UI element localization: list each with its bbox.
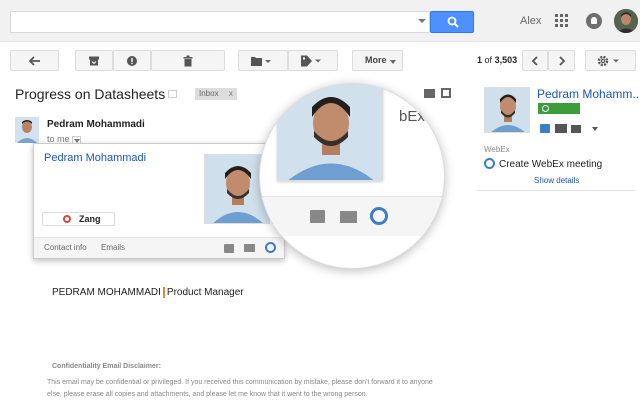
sidebar-email-icon[interactable]: [571, 125, 581, 133]
magnified-partial-text: bEx: [399, 108, 425, 125]
chevron-right-icon: [558, 55, 565, 66]
disclaimer-title: Confidentiality Email Disclaimer:: [52, 363, 161, 370]
magnified-chat-icon: [310, 210, 325, 223]
search-icon: [447, 16, 459, 28]
signature-divider: [162, 287, 165, 298]
user-name[interactable]: Alex: [520, 15, 541, 27]
older-button[interactable]: [548, 50, 575, 71]
notifications-bell-icon[interactable]: [586, 13, 602, 29]
contact-info-link[interactable]: Contact info: [44, 243, 87, 252]
back-arrow-icon: [28, 55, 40, 66]
magnified-webex-icon: [370, 207, 388, 225]
folder-icon: [251, 56, 271, 66]
chevron-left-icon: [531, 55, 538, 66]
sidebar-more-caret-icon[interactable]: [592, 127, 598, 131]
search-box[interactable]: [10, 11, 430, 33]
create-webex-meeting-link[interactable]: Create WebEx meeting: [499, 159, 602, 170]
magnified-contact-photo: [277, 84, 383, 181]
search-options-dropdown-icon[interactable]: [418, 19, 426, 23]
presence-status-badge: [538, 103, 580, 114]
search-button[interactable]: [430, 11, 474, 33]
sidebar-divider: [477, 190, 635, 191]
zang-call-button[interactable]: Zang: [42, 212, 115, 226]
new-window-icon[interactable]: [441, 88, 451, 98]
message-count-total: 3,503: [494, 55, 518, 65]
top-header: Alex: [0, 0, 640, 42]
sidebar-action-icons: [540, 123, 600, 135]
archive-button[interactable]: [75, 50, 113, 71]
more-caret-icon: [390, 60, 396, 64]
tag-icon: [301, 55, 321, 66]
zang-label: Zang: [79, 214, 101, 224]
trash-icon: [183, 55, 193, 66]
chat-icon[interactable]: [224, 244, 234, 253]
settings-button[interactable]: [585, 50, 636, 71]
sidebar-video-icon[interactable]: [555, 124, 567, 133]
importance-marker-icon[interactable]: [168, 90, 177, 98]
gmail-window: Alex More 1 of 3,503 Progress on Datashe…: [0, 0, 640, 400]
webex-icon[interactable]: [265, 242, 276, 253]
signature-name: PEDRAM MOHAMMADI: [52, 287, 161, 299]
inbox-label-text: Inbox: [199, 89, 219, 98]
hovercard-contact-name[interactable]: Pedram Mohammadi: [44, 152, 146, 164]
more-button[interactable]: More: [352, 50, 403, 71]
back-button[interactable]: [10, 50, 59, 71]
webex-section-title: WebEx: [484, 145, 510, 154]
contact-hovercard: Pedram Mohammadi Zang Contact info Email…: [33, 143, 285, 259]
more-button-label: More: [365, 55, 387, 65]
archive-icon: [89, 56, 99, 65]
disclaimer-text: This email may be confidential or privil…: [47, 379, 433, 398]
message-count: 1 of 3,503: [477, 55, 517, 65]
magnified-field-edge: [436, 114, 444, 134]
apps-grid-icon[interactable]: [555, 14, 569, 28]
labels-button[interactable]: [288, 50, 338, 71]
move-to-button[interactable]: [238, 50, 288, 71]
message-count-of: of: [484, 55, 493, 65]
show-details-link[interactable]: Show details: [534, 176, 579, 185]
print-icon[interactable]: [424, 89, 435, 98]
sidebar-contact-photo: [484, 87, 530, 133]
gear-icon: [597, 55, 619, 66]
report-spam-icon: [127, 55, 137, 66]
magnified-email-icon: [340, 211, 357, 223]
email-icon[interactable]: [244, 244, 255, 252]
hovercard-footer: Contact info Emails: [34, 237, 284, 258]
sender-avatar[interactable]: [15, 117, 39, 143]
zoom-magnifier: bEx: [259, 83, 445, 269]
account-avatar[interactable]: [614, 9, 638, 33]
create-meeting-webex-icon[interactable]: [484, 158, 495, 169]
remove-label-button[interactable]: x: [229, 89, 233, 98]
search-input[interactable]: [11, 12, 416, 32]
report-spam-button[interactable]: [113, 50, 151, 71]
emails-link[interactable]: Emails: [101, 243, 125, 252]
magnified-footer: [260, 196, 444, 236]
signature-title: Product Manager: [166, 287, 244, 299]
sidebar-chat-icon[interactable]: [540, 124, 550, 133]
sidebar-contact-name[interactable]: Pedram Mohamm...: [537, 87, 640, 101]
delete-button[interactable]: [151, 50, 225, 71]
message-count-range: 1: [477, 55, 483, 65]
sender-name[interactable]: Pedram Mohammadi: [47, 119, 145, 130]
email-subject: Progress on Datasheets: [15, 86, 166, 102]
zang-icon: [63, 215, 71, 223]
inbox-label-chip[interactable]: Inbox x: [195, 88, 237, 100]
email-signature: PEDRAM MOHAMMADI Product Manager: [52, 287, 244, 298]
newer-button[interactable]: [522, 50, 548, 71]
